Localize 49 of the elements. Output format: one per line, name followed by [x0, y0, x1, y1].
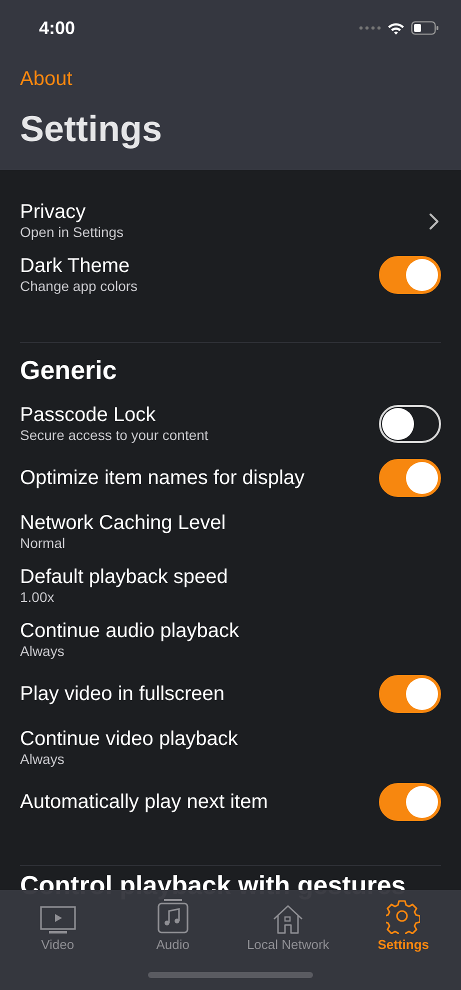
tab-item[interactable]: Audio	[115, 898, 230, 952]
tab-item[interactable]: Local Network	[230, 898, 346, 952]
toggle-switch[interactable]	[379, 783, 441, 821]
row-subtitle: Change app colors	[20, 278, 138, 295]
section-header: Control playback with gestures	[20, 870, 407, 900]
settings-row[interactable]: Passcode Lock Secure access to your content	[20, 397, 441, 451]
settings-row[interactable]: Play video in fullscreen	[20, 667, 441, 721]
page-title: Settings	[20, 109, 164, 149]
row-title: Optimize item names for display	[20, 466, 305, 490]
settings-row[interactable]: Default playback speed 1.00x	[20, 559, 441, 613]
row-title: Dark Theme	[20, 255, 131, 278]
toggle-switch[interactable]	[379, 675, 441, 713]
chevron-icon	[429, 212, 439, 230]
row-title: Continue video playback	[20, 728, 238, 751]
settings-row[interactable]: Optimize item names for display	[20, 451, 441, 505]
battery-icon	[411, 21, 439, 35]
settings-row[interactable]: Dark Theme Change app colors	[20, 248, 441, 302]
settings-row[interactable]: Privacy Open in Settings	[20, 194, 441, 248]
toggle-switch[interactable]	[379, 405, 441, 443]
row-subtitle: Secure access to your content	[20, 427, 208, 444]
tv-icon	[40, 906, 76, 934]
row-title: Automatically play next item	[20, 790, 268, 814]
row-subtitle: Always	[20, 751, 66, 768]
settings-row[interactable]: Continue audio playback Always	[20, 613, 441, 667]
row-subtitle: Open in Settings	[20, 224, 124, 241]
settings-row[interactable]: Continue video playback Always	[20, 721, 441, 775]
status-time: 4:00	[39, 18, 76, 38]
row-title: Play video in fullscreen	[20, 682, 225, 706]
row-title: Privacy	[20, 201, 87, 224]
back-link[interactable]: About	[20, 68, 72, 91]
tab-item[interactable]: Settings	[346, 898, 461, 952]
house-icon	[272, 904, 304, 934]
toggle-switch[interactable]	[379, 256, 441, 294]
row-title: Continue audio playback	[20, 620, 240, 643]
gear-icon	[386, 900, 420, 934]
row-title: Passcode Lock	[20, 404, 157, 427]
row-subtitle: Always	[20, 643, 66, 660]
music-note-icon	[156, 898, 189, 934]
section-header: Generic	[20, 354, 118, 387]
row-subtitle: Normal	[20, 535, 66, 552]
row-subtitle: 1.00x	[20, 589, 56, 606]
settings-row[interactable]: Network Caching Level Normal	[20, 505, 441, 559]
wifi-icon	[387, 22, 405, 34]
settings-row[interactable]: Automatically play next item	[20, 775, 441, 829]
row-title: Network Caching Level	[20, 512, 226, 535]
toggle-switch[interactable]	[379, 459, 441, 497]
signal-icon	[359, 26, 381, 30]
row-title: Default playback speed	[20, 566, 228, 589]
tab-item[interactable]: Video	[0, 898, 116, 952]
